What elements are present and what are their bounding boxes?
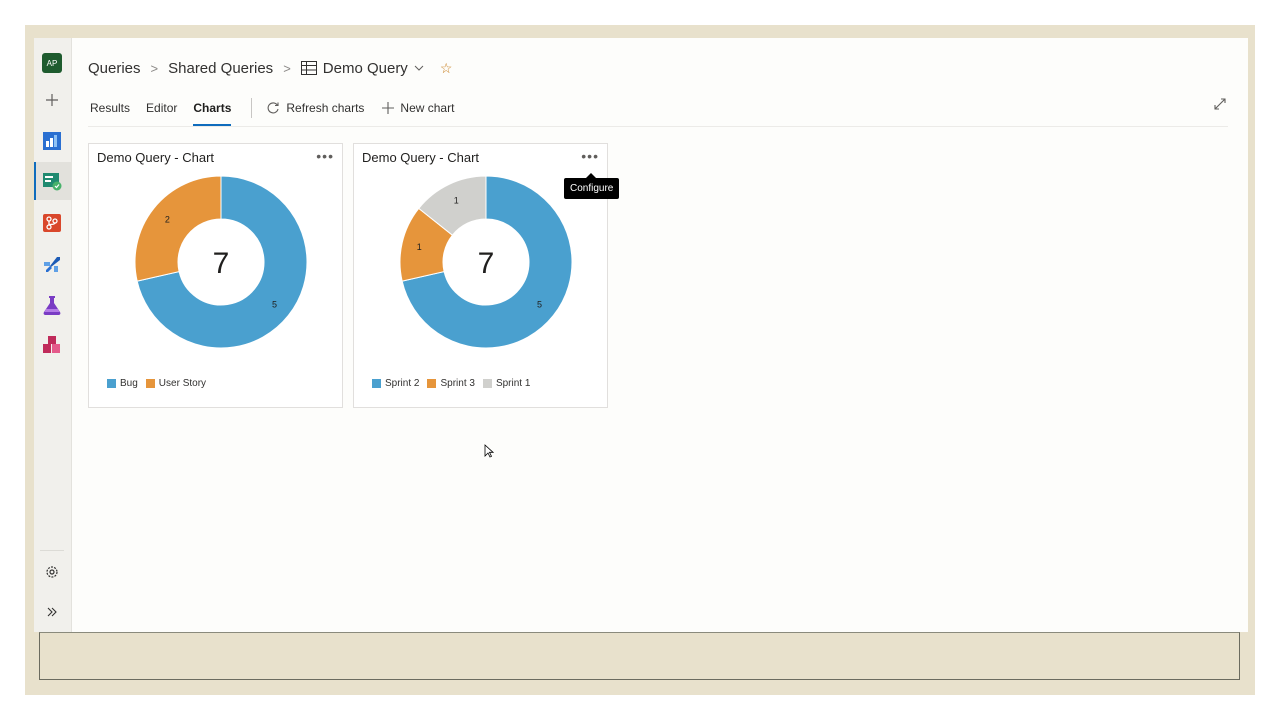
breadcrumb-queries[interactable]: Queries xyxy=(88,60,141,77)
settings-icon[interactable] xyxy=(40,560,64,584)
chevron-down-icon[interactable] xyxy=(414,64,424,72)
pipelines-icon[interactable] xyxy=(40,252,64,276)
repos-icon[interactable] xyxy=(40,211,64,235)
legend-label: Sprint 3 xyxy=(440,378,475,389)
toolbar-divider xyxy=(251,98,253,118)
breadcrumb-shared-queries[interactable]: Shared Queries xyxy=(168,60,273,77)
fullscreen-icon[interactable] xyxy=(1214,98,1226,113)
slice-value-label: 1 xyxy=(417,242,422,252)
chevron-right-icon: > xyxy=(150,60,159,76)
mouse-cursor-icon xyxy=(484,444,494,458)
chevron-right-icon: > xyxy=(283,60,291,76)
app-window: AP Queries > Shared Queries > Demo Query… xyxy=(34,38,1248,632)
slice-value-label: 2 xyxy=(165,214,170,224)
chart-total-value: 7 xyxy=(213,247,230,280)
avatar: AP xyxy=(42,53,62,73)
chart-total-value: 7 xyxy=(478,247,495,280)
breadcrumb-current-query[interactable]: Demo Query xyxy=(300,59,424,77)
legend-swatch xyxy=(145,379,155,388)
boards-icon[interactable] xyxy=(40,129,64,153)
chart-legend: Sprint 2 Sprint 3 Sprint 1 xyxy=(372,378,530,389)
configure-tooltip: Configure xyxy=(564,173,620,199)
table-icon xyxy=(300,61,317,75)
legend-item[interactable]: Sprint 2 xyxy=(372,378,419,389)
donut-slice-user-story[interactable] xyxy=(134,175,222,282)
tab-bar: Results Editor Charts Refresh charts New… xyxy=(90,96,472,126)
more-options-icon[interactable]: ••• xyxy=(316,148,334,164)
new-chart-label: New chart xyxy=(400,101,455,115)
left-rail: AP xyxy=(34,38,72,632)
header-divider xyxy=(88,126,1228,127)
rail-divider xyxy=(40,550,64,551)
new-chart-button[interactable]: New chart xyxy=(382,101,454,115)
legend-swatch xyxy=(482,379,492,388)
slice-value-label: 5 xyxy=(272,300,277,310)
legend-item[interactable]: Bug xyxy=(107,378,138,389)
refresh-charts-button[interactable]: Refresh charts xyxy=(266,101,364,115)
queries-icon[interactable] xyxy=(40,169,64,193)
add-icon[interactable] xyxy=(40,88,64,112)
artifacts-icon[interactable] xyxy=(40,333,64,357)
query-name: Demo Query xyxy=(322,59,408,77)
slice-value-label: 1 xyxy=(454,195,459,205)
tab-charts[interactable]: Charts xyxy=(193,96,232,126)
chart-title: Demo Query - Chart xyxy=(97,150,215,165)
legend-label: Bug xyxy=(120,378,138,389)
chart-card: Demo Query - Chart ••• 5 2 7 Bug User Story xyxy=(88,143,343,408)
bottom-panel xyxy=(39,632,1240,680)
legend-swatch xyxy=(427,379,437,388)
favorite-star-icon[interactable]: ☆ xyxy=(440,60,453,77)
chart-legend: Bug User Story xyxy=(107,378,206,389)
legend-swatch xyxy=(107,379,116,388)
avatar-button[interactable]: AP xyxy=(40,51,64,75)
refresh-charts-label: Refresh charts xyxy=(286,101,365,115)
legend-item[interactable]: User Story xyxy=(145,378,207,389)
refresh-icon xyxy=(267,102,279,114)
more-options-icon[interactable]: ••• xyxy=(581,148,599,164)
legend-label: User Story xyxy=(158,378,207,389)
tab-results[interactable]: Results xyxy=(90,96,130,120)
slice-value-label: 5 xyxy=(537,300,542,310)
expand-rail-icon[interactable] xyxy=(40,600,64,624)
donut-chart: 5 2 7 xyxy=(134,175,308,349)
legend-label: Sprint 1 xyxy=(495,378,531,389)
legend-item[interactable]: Sprint 3 xyxy=(427,378,475,389)
chart-title: Demo Query - Chart xyxy=(362,150,480,165)
legend-item[interactable]: Sprint 1 xyxy=(482,378,531,389)
test-plans-icon[interactable] xyxy=(40,293,64,317)
legend-label: Sprint 2 xyxy=(385,378,420,389)
legend-swatch xyxy=(372,379,381,388)
breadcrumb: Queries > Shared Queries > Demo Query ☆ xyxy=(88,58,452,78)
tab-editor[interactable]: Editor xyxy=(146,96,177,120)
plus-icon xyxy=(382,102,395,114)
